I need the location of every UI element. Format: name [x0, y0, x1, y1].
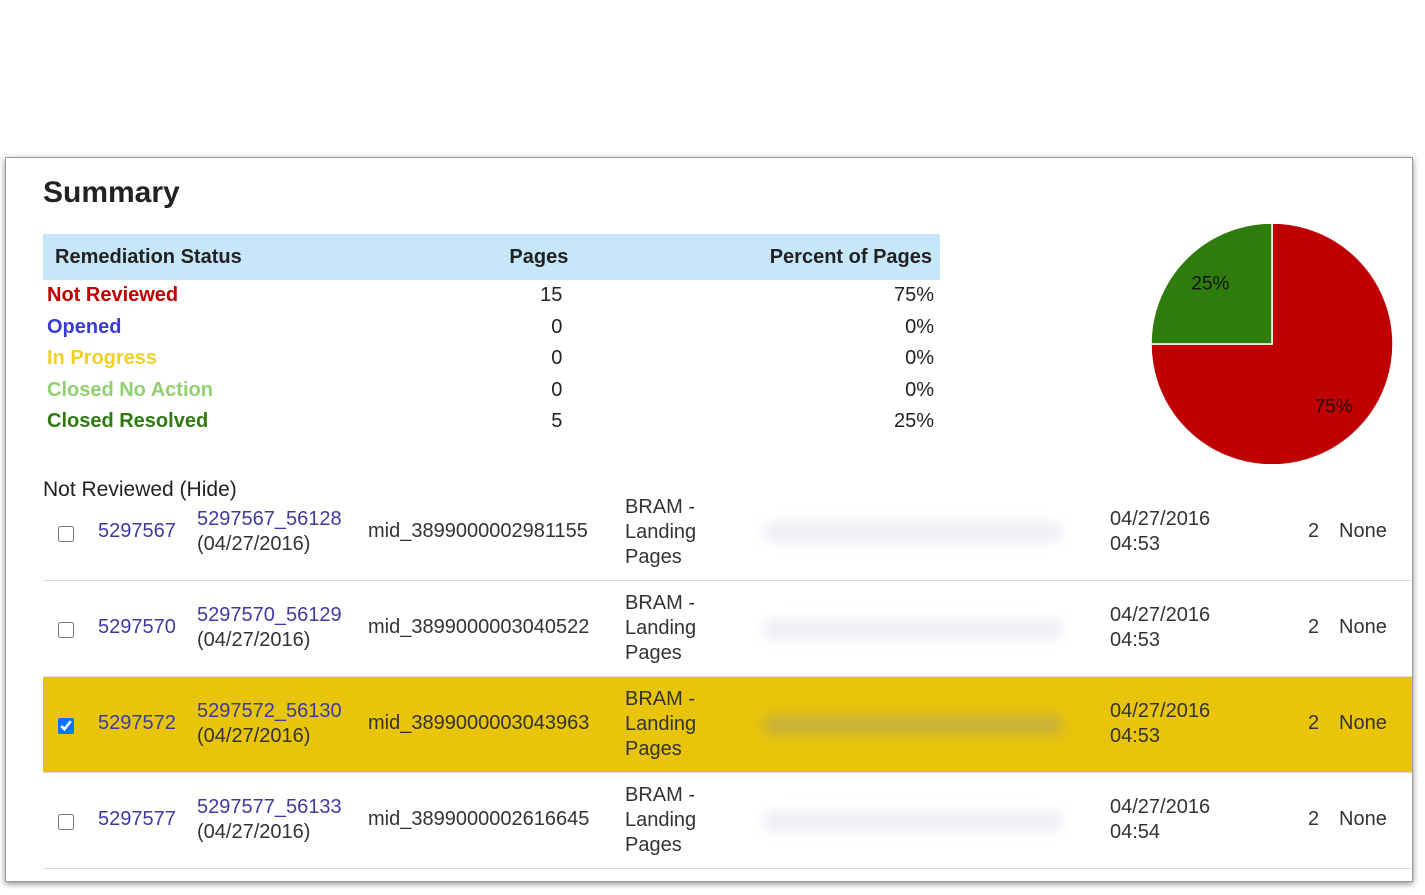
status-label: Opened	[47, 315, 122, 338]
pie-slice-label: 25%	[1191, 273, 1229, 294]
time-value: 04:53	[1110, 533, 1161, 555]
status-label: Closed No Action	[47, 378, 213, 401]
summary-row: Opened 0 0%	[43, 312, 940, 344]
list-item[interactable]: 5297572 5297572_56130 (04/27/2016) mid_3899…	[43, 677, 1412, 773]
header-pages: Pages	[406, 234, 627, 280]
percent-of-pages: 0%	[905, 347, 934, 370]
category-label: BRAM - Landing Pages	[625, 496, 697, 568]
date-value: 04/27/2016	[1110, 604, 1211, 626]
mid-value: mid_3899000003040522	[368, 616, 590, 638]
summary-row: Closed No Action 0 0%	[43, 375, 940, 407]
page-title: Summary	[43, 176, 180, 209]
status-label: Closed Resolved	[47, 410, 209, 433]
job-link[interactable]: 5297567_56128	[197, 507, 342, 532]
job-link[interactable]: 5297570_56129	[197, 603, 342, 628]
mid-value: mid_3899000003043963	[368, 712, 590, 734]
job-link[interactable]: 5297577_56133	[197, 795, 342, 820]
date-value: 04/27/2016	[1110, 700, 1211, 722]
status-label: In Progress	[47, 347, 158, 370]
page-id-link[interactable]: 5297567	[98, 520, 176, 543]
pages-count: 0	[551, 315, 563, 338]
list-item[interactable]: 5297567 5297567_56128 (04/27/2016) mid_3899…	[43, 496, 1412, 581]
row-checkbox[interactable]	[58, 814, 74, 830]
list-item[interactable]: 5297570 5297570_56129 (04/27/2016) mid_3899…	[43, 581, 1412, 677]
redaction-smear	[763, 522, 1063, 542]
time-value: 04:53	[1110, 629, 1161, 651]
date-time: 04/27/2016 04:54	[1110, 795, 1210, 845]
summary-header-row: Remediation Status Pages Percent of Page…	[43, 234, 940, 280]
pages-count: 0	[551, 347, 563, 370]
date-time: 04/27/2016 04:53	[1110, 603, 1210, 653]
percent-of-pages: 75%	[893, 284, 934, 307]
issue-count: 2	[1308, 616, 1320, 638]
pie-slice-label: 75%	[1315, 397, 1353, 418]
list-item[interactable]: 5297577 5297577_56133 (04/27/2016) mid_3899…	[43, 773, 1412, 869]
owner-value: None	[1339, 520, 1387, 542]
redacted-url	[743, 773, 1091, 868]
date-value: 04/27/2016	[1110, 796, 1211, 818]
pages-count: 15	[540, 284, 563, 307]
time-value: 04:53	[1110, 725, 1161, 747]
job-date: (04/27/2016)	[197, 725, 311, 747]
percent-of-pages: 25%	[893, 410, 934, 433]
job-date: (04/27/2016)	[197, 533, 311, 555]
summary-row: Not Reviewed 15 75%	[43, 280, 940, 312]
category-label: BRAM - Landing Pages	[625, 784, 697, 856]
job-link[interactable]: 5297572_56130	[197, 699, 342, 724]
issue-count: 2	[1308, 808, 1320, 830]
owner-value: None	[1339, 616, 1387, 638]
row-checkbox[interactable]	[58, 718, 74, 734]
header-remediation-status: Remediation Status	[43, 234, 407, 280]
header-percent-of-pages: Percent of Pages	[626, 234, 940, 280]
status-pie-chart: 75% 25%	[1150, 224, 1394, 464]
date-time: 04/27/2016 04:53	[1110, 699, 1210, 749]
percent-of-pages: 0%	[905, 378, 934, 401]
redaction-smear	[763, 619, 1063, 639]
row-checkbox[interactable]	[58, 526, 74, 542]
job-date: (04/27/2016)	[197, 629, 311, 651]
category-label: BRAM - Landing Pages	[625, 688, 697, 760]
job-date: (04/27/2016)	[197, 821, 311, 843]
row-checkbox[interactable]	[58, 622, 74, 638]
page-id-link[interactable]: 5297577	[98, 808, 176, 831]
summary-table: Remediation Status Pages Percent of Page…	[43, 234, 940, 438]
redacted-url	[743, 581, 1091, 676]
page-id-link[interactable]: 5297572	[98, 712, 176, 735]
page-id-link[interactable]: 5297570	[98, 616, 176, 639]
pages-count: 0	[551, 378, 563, 401]
status-label: Not Reviewed	[47, 284, 179, 307]
not-reviewed-section-label[interactable]: Not Reviewed (Hide)	[43, 478, 237, 502]
time-value: 04:54	[1110, 821, 1161, 843]
redaction-smear	[763, 811, 1063, 831]
redaction-smear	[763, 715, 1063, 735]
redacted-url	[743, 677, 1091, 772]
summary-panel: Summary Remediation Status Pages Percent…	[5, 157, 1413, 882]
owner-value: None	[1339, 808, 1387, 830]
owner-value: None	[1339, 712, 1387, 734]
mid-value: mid_3899000002981155	[368, 520, 588, 542]
category-label: BRAM - Landing Pages	[625, 592, 697, 664]
summary-row: Closed Resolved 5 25%	[43, 406, 940, 438]
not-reviewed-list: 5297567 5297567_56128 (04/27/2016) mid_3899…	[43, 496, 1412, 869]
date-value: 04/27/2016	[1110, 508, 1211, 530]
mid-value: mid_3899000002616645	[368, 808, 590, 830]
pages-count: 5	[551, 410, 563, 433]
issue-count: 2	[1308, 520, 1320, 542]
issue-count: 2	[1308, 712, 1320, 734]
redacted-url	[743, 500, 1091, 580]
date-time: 04/27/2016 04:53	[1110, 507, 1210, 557]
summary-row: In Progress 0 0%	[43, 343, 940, 375]
percent-of-pages: 0%	[905, 315, 934, 338]
